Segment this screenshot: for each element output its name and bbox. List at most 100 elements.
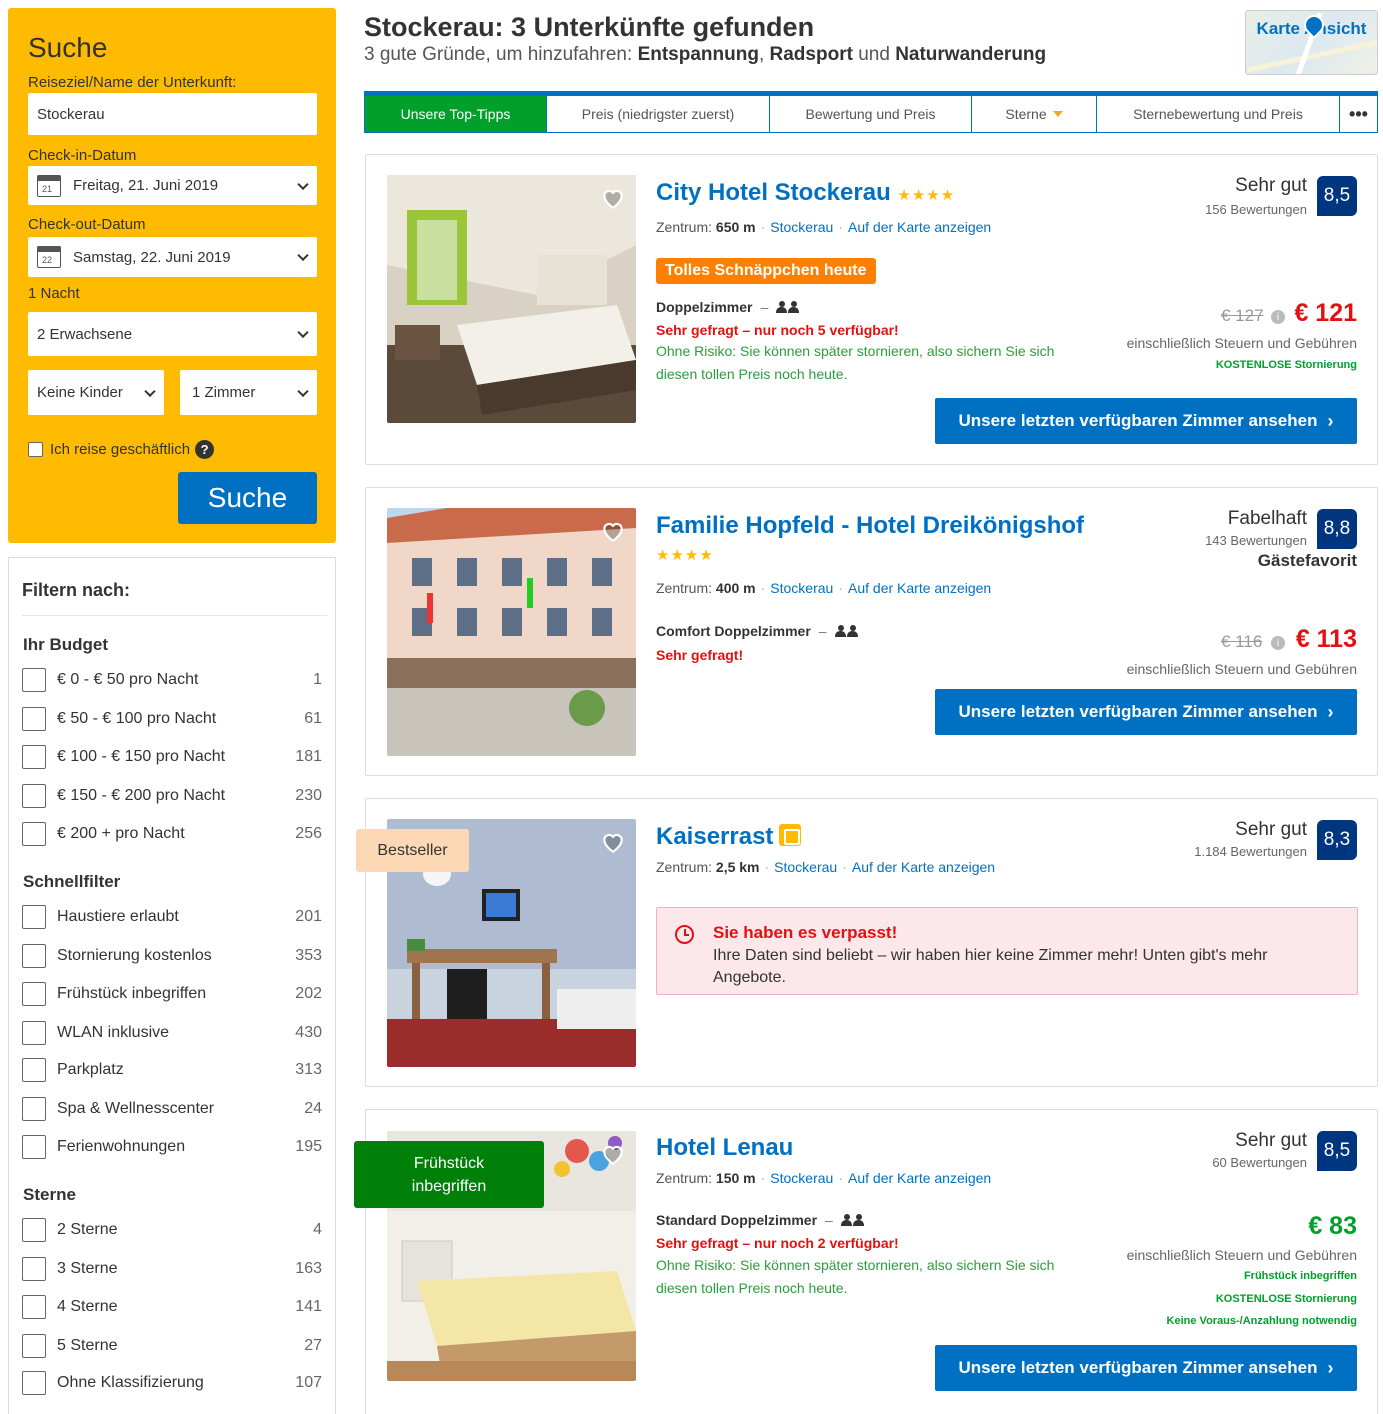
filter-option[interactable]: € 50 - € 100 pro Nacht 61	[22, 705, 322, 733]
tab-more[interactable]: •••	[1340, 96, 1377, 132]
info-icon[interactable]: i	[1271, 310, 1285, 324]
filter-checkbox[interactable]	[22, 1218, 46, 1242]
filter-checkbox[interactable]	[22, 745, 46, 769]
review-score: 8,3	[1317, 820, 1357, 860]
filter-count: 256	[295, 825, 322, 842]
heart-icon[interactable]	[600, 1141, 626, 1167]
filter-option[interactable]: € 0 - € 50 pro Nacht 1	[22, 666, 322, 694]
filter-checkbox[interactable]	[22, 1295, 46, 1319]
show-on-map-link[interactable]: Auf der Karte anzeigen	[852, 859, 995, 875]
adults-select[interactable]: 2 Erwachsene	[28, 312, 317, 356]
tab-top-picks[interactable]: Unsere Top-Tipps	[365, 96, 547, 132]
filter-checkbox[interactable]	[22, 1135, 46, 1159]
filter-checkbox[interactable]	[22, 1058, 46, 1082]
heart-icon[interactable]	[600, 829, 626, 855]
room-type: Doppelzimmer –	[656, 299, 800, 315]
no-risk-text: Ohne Risiko: Sie können später storniere…	[656, 343, 1055, 382]
filter-count: 24	[304, 1100, 322, 1117]
filter-option[interactable]: Haustiere erlaubt 201	[22, 903, 322, 931]
filter-option[interactable]: Ohne Klassifizierung 107	[22, 1369, 322, 1397]
reason-2: Radsport	[769, 44, 853, 65]
filter-checkbox[interactable]	[22, 982, 46, 1006]
view-rooms-button[interactable]: Unsere letzten verfügbaren Zimmer ansehe…	[935, 1345, 1357, 1391]
filter-option[interactable]: Parkplatz 313	[22, 1056, 322, 1084]
children-select[interactable]: Keine Kinder	[28, 370, 164, 415]
filter-option[interactable]: € 100 - € 150 pro Nacht 181	[22, 743, 322, 771]
filter-checkbox[interactable]	[22, 668, 46, 692]
chevron-down-icon	[297, 178, 309, 190]
star-rating-icon: ★★★★	[656, 547, 714, 564]
filter-option[interactable]: Stornierung kostenlos 353	[22, 942, 322, 970]
hotel-name-link[interactable]: Hotel Lenau	[656, 1134, 793, 1162]
filter-option[interactable]: Ferienwohnungen 195	[22, 1133, 322, 1161]
filter-checkbox[interactable]	[22, 1371, 46, 1395]
filter-option[interactable]: € 150 - € 200 pro Nacht 230	[22, 782, 322, 810]
town-link[interactable]: Stockerau	[770, 580, 833, 596]
town-link[interactable]: Stockerau	[774, 859, 837, 875]
filter-option[interactable]: 5 Sterne 27	[22, 1332, 322, 1360]
search-button[interactable]: Suche	[178, 472, 317, 524]
destination-input[interactable]: Stockerau	[28, 93, 317, 135]
filter-option[interactable]: 2 Sterne 4	[22, 1216, 322, 1244]
town-link[interactable]: Stockerau	[770, 1170, 833, 1186]
filter-count: 107	[295, 1374, 322, 1391]
hotel-name-link[interactable]: City Hotel Stockerau ★★★★	[656, 179, 955, 207]
rating-word: Sehr gut	[1235, 1130, 1307, 1151]
show-on-map-link[interactable]: Auf der Karte anzeigen	[848, 580, 991, 596]
filter-checkbox[interactable]	[22, 707, 46, 731]
hotel-photo[interactable]	[387, 175, 636, 423]
tab-rating-price[interactable]: Bewertung und Preis	[770, 96, 972, 132]
chevron-right-icon: ›	[1327, 1357, 1334, 1378]
calendar-icon: 22	[37, 246, 61, 268]
filter-label: € 100 - € 150 pro Nacht	[57, 748, 226, 765]
hotel-name-link[interactable]: Familie Hopfeld - Hotel Dreikönigshof	[656, 512, 1084, 540]
help-icon[interactable]: ?	[195, 440, 215, 459]
review-score: 8,5	[1317, 176, 1357, 216]
filter-checkbox[interactable]	[22, 822, 46, 846]
tab-star-rating-price[interactable]: Sternebewertung und Preis	[1097, 96, 1340, 132]
filter-option[interactable]: WLAN inklusive 430	[22, 1019, 322, 1047]
filter-option[interactable]: 3 Sterne 163	[22, 1255, 322, 1283]
reason-3: Naturwanderung	[895, 44, 1047, 65]
view-rooms-button[interactable]: Unsere letzten verfügbaren Zimmer ansehe…	[935, 398, 1357, 444]
filter-checkbox[interactable]	[22, 1334, 46, 1358]
reason-1: Entspannung	[637, 44, 759, 65]
hotel-photo[interactable]	[387, 508, 636, 756]
filter-checkbox[interactable]	[22, 1257, 46, 1281]
hotel-location: Zentrum: 150 m · Stockerau · Auf der Karte a…	[656, 1170, 992, 1186]
heart-icon[interactable]	[600, 185, 626, 211]
filter-count: 430	[295, 1024, 322, 1041]
price: € 83	[1308, 1212, 1357, 1240]
show-on-map-link[interactable]: Auf der Karte anzeigen	[848, 219, 991, 235]
filter-checkbox[interactable]	[22, 1021, 46, 1045]
town-link[interactable]: Stockerau	[770, 219, 833, 235]
review-count: 156 Bewertungen	[1205, 202, 1307, 217]
rooms-select[interactable]: 1 Zimmer	[180, 370, 317, 415]
checkin-select[interactable]: 21 Freitag, 21. Juni 2019	[28, 166, 317, 205]
map-view-button[interactable]: Karte Ansicht	[1245, 10, 1378, 75]
info-icon[interactable]: i	[1271, 636, 1285, 650]
tab-stars[interactable]: Sterne	[972, 96, 1097, 132]
filter-option[interactable]: Frühstück inbegriffen 202	[22, 980, 322, 1008]
filter-count: 313	[295, 1061, 322, 1078]
filter-checkbox[interactable]	[22, 784, 46, 808]
old-price: € 127	[1221, 306, 1264, 325]
show-on-map-link[interactable]: Auf der Karte anzeigen	[848, 1170, 991, 1186]
filter-option[interactable]: € 200 + pro Nacht 256	[22, 820, 322, 848]
business-travel-checkbox[interactable]	[28, 442, 43, 457]
heart-icon[interactable]	[600, 518, 626, 544]
hotel-name-link[interactable]: Kaiserrast	[656, 823, 802, 851]
checkout-select[interactable]: 22 Samstag, 22. Juni 2019	[28, 237, 317, 277]
view-rooms-button[interactable]: Unsere letzten verfügbaren Zimmer ansehe…	[935, 689, 1357, 735]
filter-count: 141	[295, 1298, 322, 1315]
urgency-text: Sehr gefragt – nur noch 2 verfügbar!	[656, 1235, 899, 1251]
filter-checkbox[interactable]	[22, 1097, 46, 1121]
no-risk-text: Ohne Risiko: Sie können später storniere…	[656, 1257, 1055, 1296]
filter-checkbox[interactable]	[22, 944, 46, 968]
filter-checkbox[interactable]	[22, 905, 46, 929]
tab-price[interactable]: Preis (niedrigster zuerst)	[547, 96, 770, 132]
results-subtitle: 3 gute Gründe, um hinzufahren: Entspannu…	[364, 44, 1047, 65]
filter-option[interactable]: 4 Sterne 141	[22, 1293, 322, 1321]
breakfast-ribbon: Frühstück inbegriffen	[354, 1141, 544, 1208]
filter-option[interactable]: Spa & Wellnesscenter 24	[22, 1095, 322, 1123]
